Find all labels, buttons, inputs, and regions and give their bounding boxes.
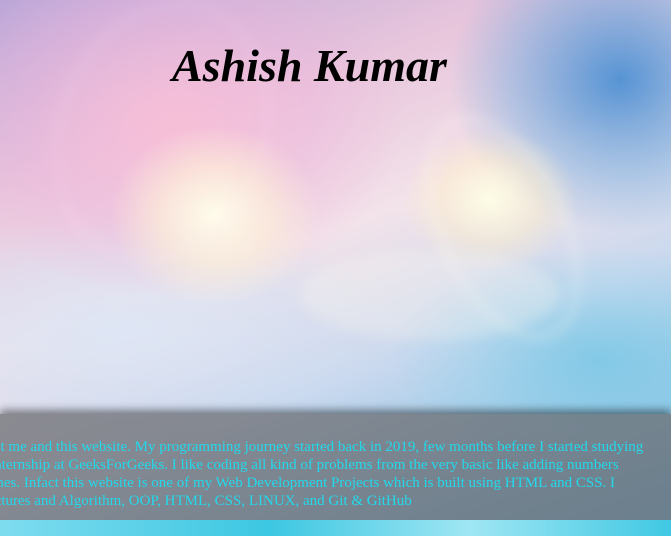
about-section: bout me and this website. My programming… xyxy=(0,414,671,520)
about-line: tructures and Algorithm, OOP, HTML, CSS,… xyxy=(0,493,412,509)
bottom-glow-strip xyxy=(0,520,671,536)
page-title: Ashish Kumar xyxy=(172,40,447,91)
about-line: n Internship at GeeksForGeeks. I like co… xyxy=(0,457,619,473)
about-line: bout me and this website. My programming… xyxy=(0,439,644,455)
about-line: games. Infact this website is one of my … xyxy=(0,475,616,491)
light-cloud xyxy=(300,250,560,340)
about-text: bout me and this website. My programming… xyxy=(0,438,671,510)
